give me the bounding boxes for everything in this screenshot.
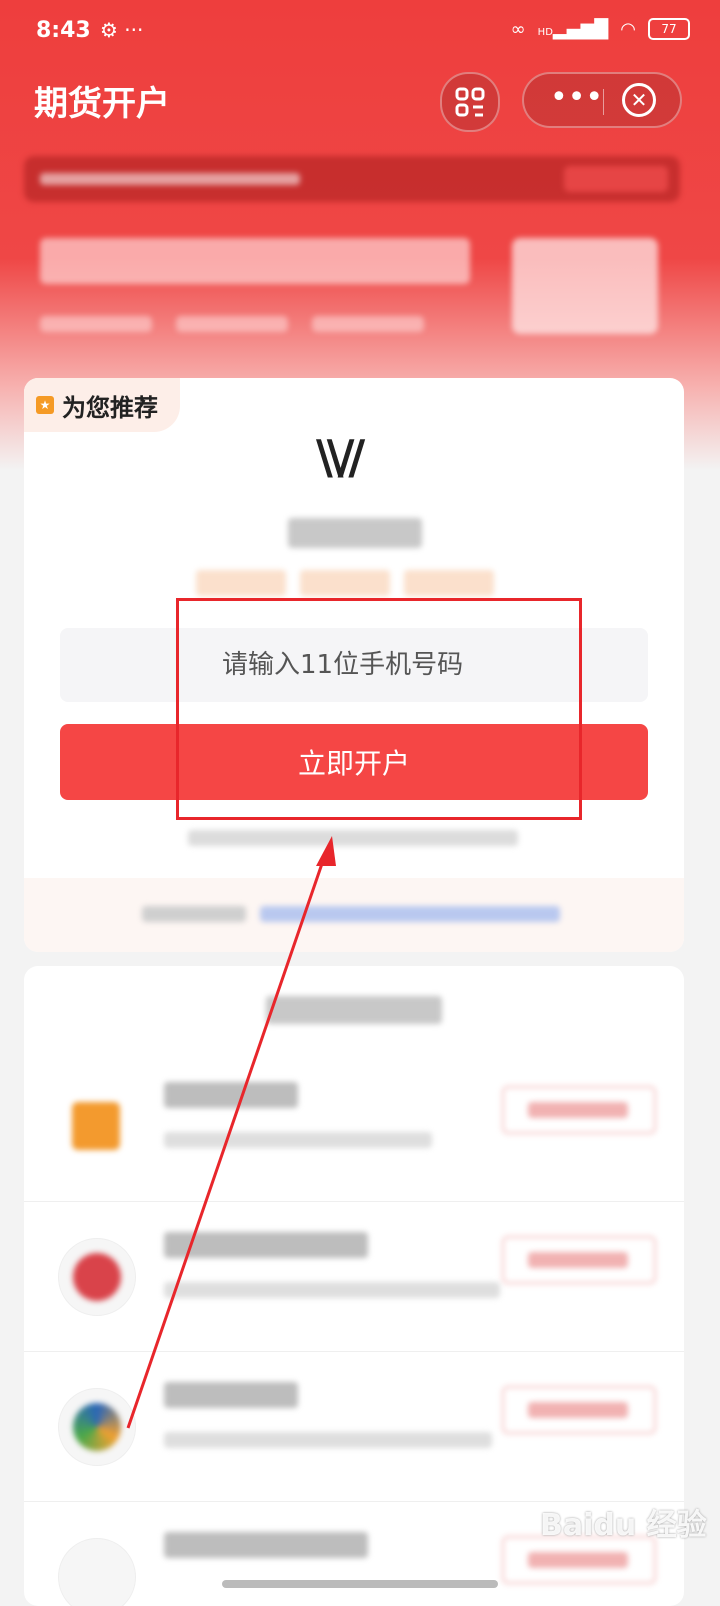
home-indicator [222, 1580, 498, 1588]
watermark-logo: Baidu 经验 [540, 1508, 707, 1543]
annotation-arrow [126, 836, 336, 1429]
